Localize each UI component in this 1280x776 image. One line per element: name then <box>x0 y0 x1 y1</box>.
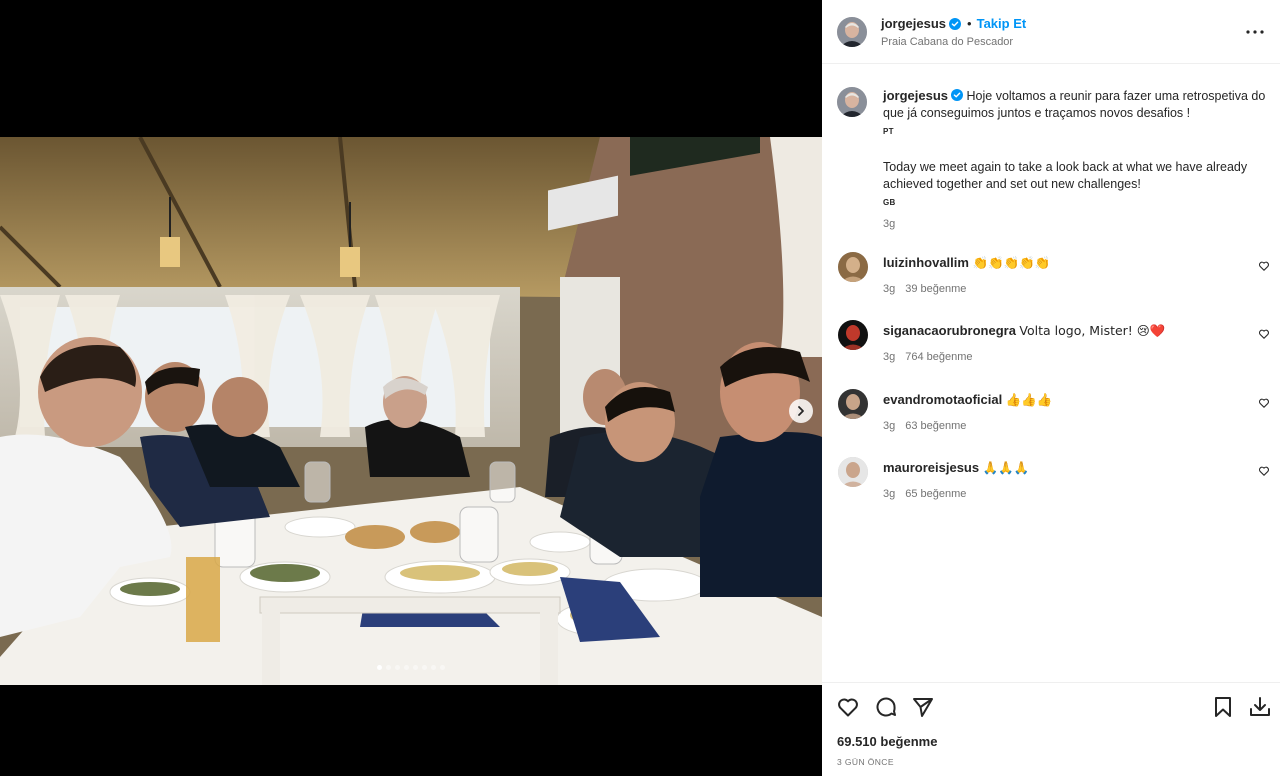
verified-badge-icon <box>951 89 964 101</box>
comment-meta: 3g 39 beğenme <box>883 283 966 295</box>
likes-count[interactable]: 69.510 beğenme <box>837 734 937 749</box>
post-photo[interactable] <box>0 137 822 685</box>
comment-meta: 3g 65 beğenme <box>883 488 966 500</box>
comment-time[interactable]: 3g <box>883 420 895 432</box>
comment-likes[interactable]: 63 beğenme <box>905 420 966 432</box>
chevron-right-icon <box>798 406 804 416</box>
comment-heart-icon[interactable] <box>1258 465 1270 477</box>
comment-body: luizinhovallim 👏👏👏👏👏 <box>883 255 1050 271</box>
comment-item: siganacaorubronegra Volta logo, Mister! … <box>838 320 1270 370</box>
comment-item: luizinhovallim 👏👏👏👏👏 3g 39 beğenme <box>838 252 1270 302</box>
carousel-next-button[interactable] <box>789 399 813 423</box>
carousel-indicator <box>0 665 822 670</box>
flag-pt: PT <box>883 127 894 136</box>
comment-meta: 3g 63 beğenme <box>883 420 966 432</box>
heart-icon[interactable] <box>836 695 860 719</box>
carousel-dot <box>395 665 400 670</box>
comment-item: mauroreisjesus 🙏🙏🙏 3g 65 beğenme <box>838 457 1270 507</box>
carousel-dot <box>422 665 427 670</box>
commenter-username[interactable]: evandromotaoficial <box>883 392 1002 407</box>
commenter-avatar-image <box>838 320 868 350</box>
author-avatar[interactable] <box>837 17 867 47</box>
comment-heart-icon[interactable] <box>1258 260 1270 272</box>
comment-text: Volta logo, Mister! 😢❤️ <box>1019 323 1166 338</box>
caption-author-avatar[interactable] <box>837 87 867 117</box>
comment-body: siganacaorubronegra Volta logo, Mister! … <box>883 323 1165 339</box>
caption-author-avatar-image <box>837 87 867 117</box>
flag-gb: GB <box>883 198 896 207</box>
caption-time[interactable]: 3g <box>883 218 895 230</box>
caption-text: jorgejesus Hoje voltamos a reunir para f… <box>883 87 1273 211</box>
commenter-username[interactable]: luizinhovallim <box>883 255 969 270</box>
carousel-dot <box>440 665 445 670</box>
share-icon[interactable] <box>911 695 935 719</box>
more-options-icon[interactable] <box>1244 22 1266 42</box>
caption-username[interactable]: jorgejesus <box>883 88 948 103</box>
comment-likes[interactable]: 39 beğenme <box>905 283 966 295</box>
comment-time[interactable]: 3g <box>883 283 895 295</box>
carousel-dot <box>377 665 382 670</box>
comment-likes[interactable]: 764 beğenme <box>905 351 972 363</box>
commenter-avatar-image <box>838 457 868 487</box>
commenter-avatar[interactable] <box>838 389 868 419</box>
carousel-dot <box>386 665 391 670</box>
verified-badge-icon <box>949 17 962 30</box>
comment-time[interactable]: 3g <box>883 488 895 500</box>
carousel-dot <box>404 665 409 670</box>
restaurant-photo-illustration <box>0 137 822 685</box>
commenter-avatar-image <box>838 252 868 282</box>
action-bar: 69.510 beğenme 3 GÜN ÖNCE <box>822 682 1280 776</box>
comment-icon[interactable] <box>874 695 898 719</box>
comment-meta: 3g 764 beğenme <box>883 351 973 363</box>
header-user-line: jorgejesus • Takip Et <box>881 16 1026 31</box>
commenter-username[interactable]: mauroreisjesus <box>883 460 979 475</box>
commenter-username[interactable]: siganacaorubronegra <box>883 323 1016 338</box>
comment-body: mauroreisjesus 🙏🙏🙏 <box>883 460 1029 476</box>
comment-heart-icon[interactable] <box>1258 328 1270 340</box>
download-icon[interactable] <box>1248 695 1272 719</box>
media-pane <box>0 0 822 776</box>
commenter-avatar[interactable] <box>838 320 868 350</box>
comment-text: 👏👏👏👏👏 <box>972 255 1051 270</box>
comment-likes[interactable]: 65 beğenme <box>905 488 966 500</box>
comment-body: evandromotaoficial 👍👍👍 <box>883 392 1052 408</box>
post-timestamp[interactable]: 3 GÜN ÖNCE <box>837 757 894 767</box>
comment-item: evandromotaoficial 👍👍👍 3g 63 beğenme <box>838 389 1270 439</box>
comment-time[interactable]: 3g <box>883 351 895 363</box>
commenter-avatar[interactable] <box>838 457 868 487</box>
carousel-dot <box>431 665 436 670</box>
separator-dot: • <box>967 16 972 31</box>
commenter-avatar-image <box>838 389 868 419</box>
follow-button[interactable]: Takip Et <box>977 16 1027 31</box>
carousel-dot <box>413 665 418 670</box>
post-location[interactable]: Praia Cabana do Pescador <box>881 36 1013 48</box>
post-side-panel: jorgejesus • Takip Et Praia Cabana do Pe… <box>822 0 1280 776</box>
bookmark-icon[interactable] <box>1211 695 1235 719</box>
post-header: jorgejesus • Takip Et Praia Cabana do Pe… <box>822 0 1280 64</box>
comment-heart-icon[interactable] <box>1258 397 1270 409</box>
author-username[interactable]: jorgejesus <box>881 16 946 31</box>
caption-en: Today we meet again to take a look back … <box>883 160 1248 191</box>
comment-text: 🙏🙏🙏 <box>982 460 1030 475</box>
comment-text: 👍👍👍 <box>1005 392 1053 407</box>
commenter-avatar[interactable] <box>838 252 868 282</box>
author-avatar-image <box>837 17 867 47</box>
